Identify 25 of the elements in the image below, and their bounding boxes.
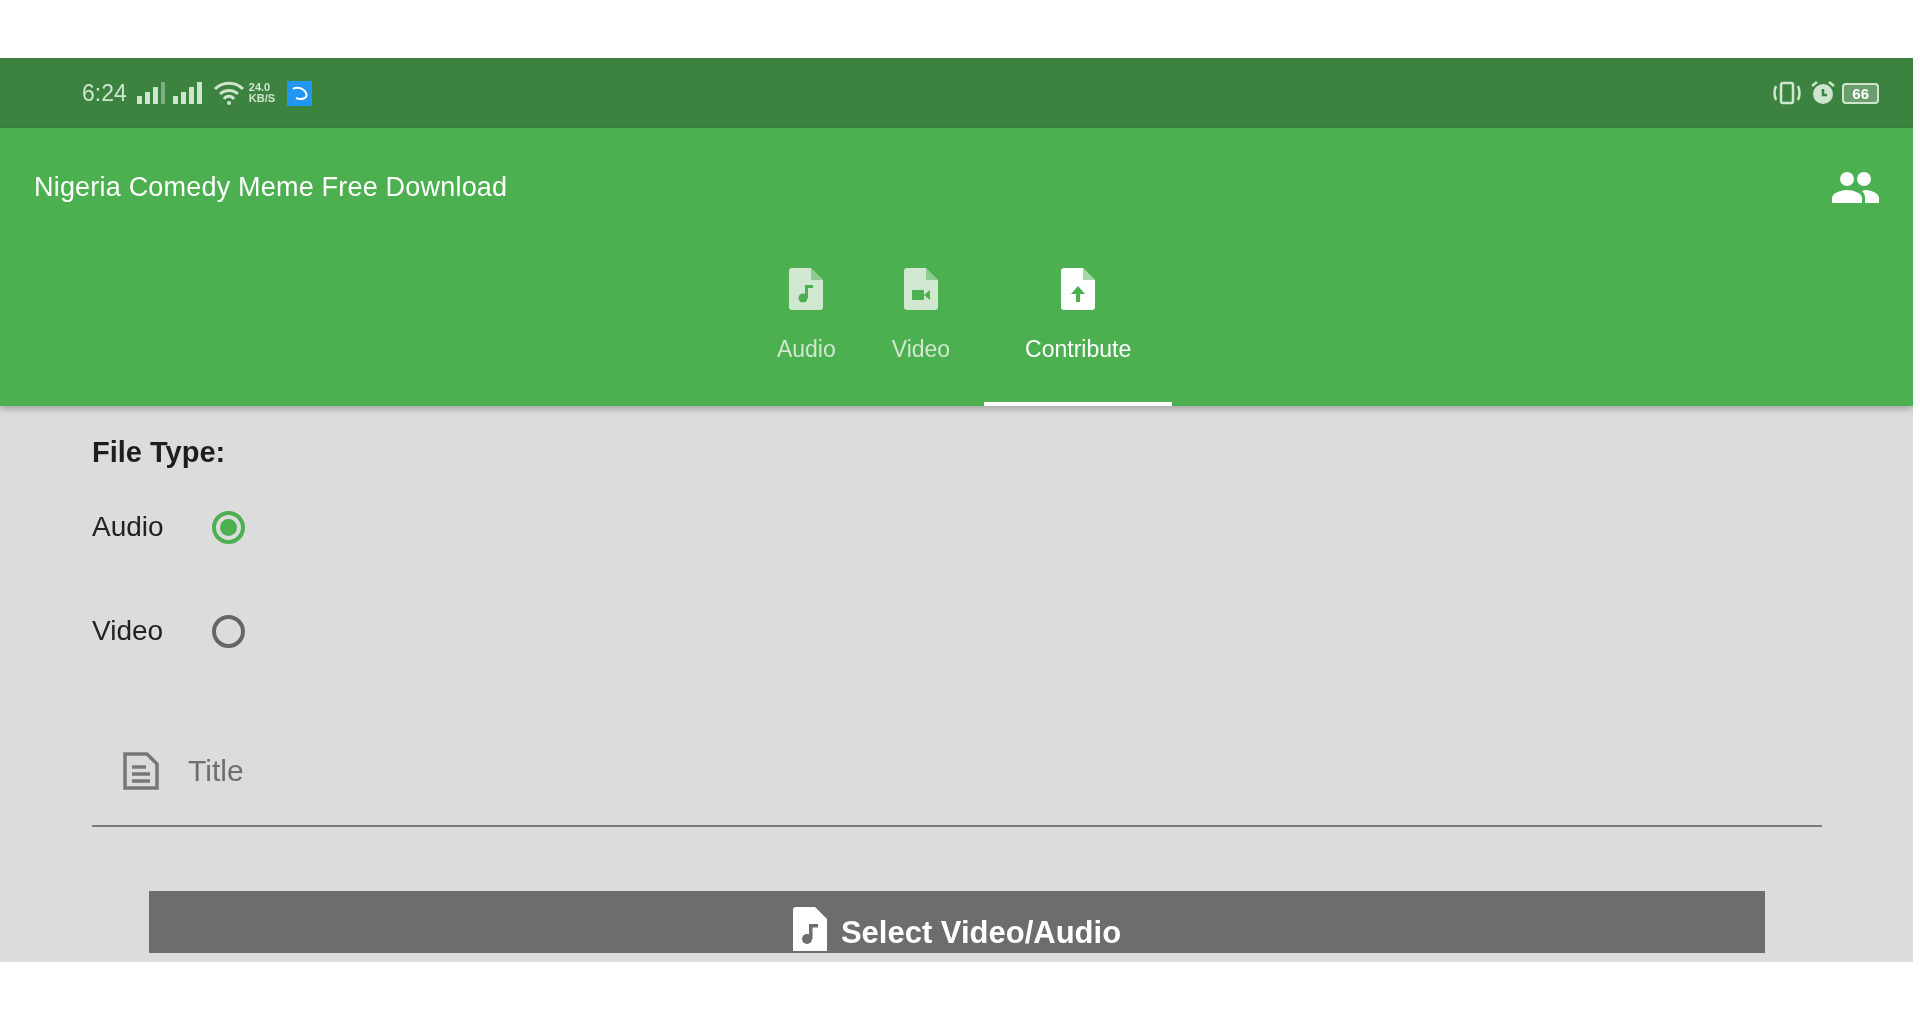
wifi-icon xyxy=(212,81,245,105)
tab[interactable]: Video xyxy=(869,246,973,406)
tab[interactable]: Audio xyxy=(754,246,858,406)
radio-label: Audio xyxy=(92,511,165,543)
music-file-icon xyxy=(792,907,827,951)
radio-button[interactable] xyxy=(212,614,245,648)
clock-time: 6:24 xyxy=(82,79,127,107)
signal-icon xyxy=(136,82,167,104)
select-file-button[interactable]: Select Video/Audio xyxy=(149,891,1765,953)
app-title: Nigeria Comedy Meme Free Download xyxy=(34,171,508,203)
radio-label: Video xyxy=(92,615,165,647)
radio-button[interactable] xyxy=(212,510,245,544)
video-file-icon xyxy=(903,268,938,310)
signal-icon xyxy=(172,82,203,104)
battery-level: 66 xyxy=(1842,82,1879,104)
network-speed: 24.0 KB/S xyxy=(248,82,276,104)
app-notification-icon xyxy=(287,80,313,106)
alarm-clock-icon xyxy=(1810,80,1837,106)
file-type-heading: File Type: xyxy=(92,436,227,469)
document-icon xyxy=(122,751,160,791)
people-icon[interactable] xyxy=(1831,171,1879,203)
upload-file-icon xyxy=(1061,268,1096,310)
audio-file-icon xyxy=(789,268,824,310)
title-input[interactable]: Title xyxy=(186,753,1822,789)
vibrate-icon xyxy=(1772,81,1803,105)
